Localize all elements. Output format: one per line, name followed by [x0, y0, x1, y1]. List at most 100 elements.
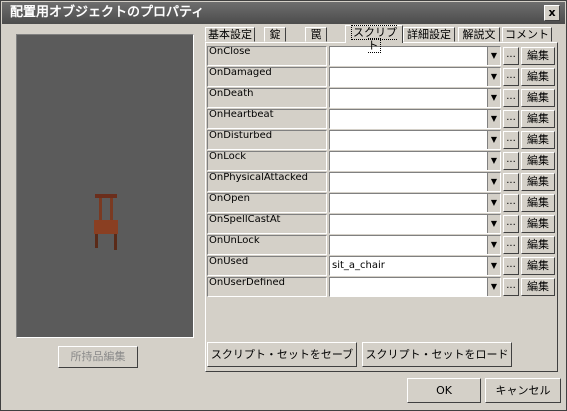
edit-script-button[interactable]: 編集 — [521, 68, 555, 86]
save-script-set-button[interactable]: スクリプト・セットをセーブ — [207, 342, 357, 367]
ok-button[interactable]: OK — [407, 378, 481, 403]
properties-dialog: 配置用オブジェクトのプロパティ x 所持品編集 基本設定 錠 罠 スクリプト 詳… — [0, 0, 567, 411]
edit-inventory-button[interactable]: 所持品編集 — [58, 346, 138, 368]
script-row: OnHeartbeat ▼... 編集 — [207, 109, 557, 130]
edit-script-button[interactable]: 編集 — [521, 194, 555, 212]
tab-advanced[interactable]: 詳細設定 — [403, 27, 455, 42]
chair-leg-right — [114, 234, 117, 250]
edit-script-button[interactable]: 編集 — [521, 131, 555, 149]
edit-script-button[interactable]: 編集 — [521, 47, 555, 65]
chair-leg-left — [95, 234, 98, 248]
script-combo[interactable]: ▼ — [329, 235, 501, 255]
event-name: OnDamaged — [207, 67, 327, 87]
script-row: OnSpellCastAt ▼... 編集 — [207, 214, 557, 235]
chair-back-post-right — [110, 198, 113, 220]
chair-back-post-left — [99, 198, 102, 220]
script-row: OnUserDefined ▼... 編集 — [207, 277, 557, 298]
dropdown-arrow-icon[interactable]: ▼ — [487, 110, 500, 128]
script-row: OnClose ▼... 編集 — [207, 46, 557, 67]
window-title: 配置用オブジェクトのプロパティ — [10, 5, 205, 20]
browse-script-button[interactable]: ... — [503, 278, 519, 296]
script-combo[interactable]: ▼ — [329, 109, 501, 129]
browse-script-button[interactable]: ... — [503, 131, 519, 149]
tab-comment[interactable]: コメント — [502, 27, 552, 42]
script-combo[interactable]: ▼ — [329, 46, 501, 66]
chair-backrest-top — [95, 194, 117, 198]
browse-script-button[interactable]: ... — [503, 215, 519, 233]
browse-script-button[interactable]: ... — [503, 68, 519, 86]
script-row: OnPhysicalAttacked ▼... 編集 — [207, 172, 557, 193]
event-name: OnDisturbed — [207, 130, 327, 150]
edit-script-button[interactable]: 編集 — [521, 89, 555, 107]
tab-lock[interactable]: 錠 — [264, 27, 286, 42]
edit-script-button[interactable]: 編集 — [521, 278, 555, 296]
dropdown-arrow-icon[interactable]: ▼ — [487, 236, 500, 254]
tab-label: 基本設定 — [208, 28, 252, 41]
tab-label: 罠 — [310, 28, 322, 41]
object-preview — [16, 34, 194, 338]
browse-script-button[interactable]: ... — [503, 236, 519, 254]
event-name: OnLock — [207, 151, 327, 171]
script-combo[interactable]: ▼ — [329, 151, 501, 171]
script-combo[interactable]: ▼ — [329, 214, 501, 234]
script-combo[interactable]: ▼ — [329, 130, 501, 150]
event-name: OnUserDefined — [207, 277, 327, 297]
browse-script-button[interactable]: ... — [503, 47, 519, 65]
browse-script-button[interactable]: ... — [503, 173, 519, 191]
script-combo[interactable]: sit_a_chair ▼ — [329, 256, 501, 276]
chair-model-icon — [94, 194, 118, 250]
edit-script-button[interactable]: 編集 — [521, 215, 555, 233]
dropdown-arrow-icon[interactable]: ▼ — [487, 173, 500, 191]
event-name: OnUsed — [207, 256, 327, 276]
tab-label: コメント — [505, 28, 549, 41]
browse-script-button[interactable]: ... — [503, 110, 519, 128]
script-row: OnDisturbed ▼... 編集 — [207, 130, 557, 151]
edit-script-button[interactable]: 編集 — [521, 236, 555, 254]
title-bar: 配置用オブジェクトのプロパティ x — [2, 2, 565, 24]
close-button[interactable]: x — [544, 5, 560, 21]
cancel-button[interactable]: キャンセル — [485, 378, 561, 403]
tab-basic[interactable]: 基本設定 — [205, 27, 255, 42]
edit-script-button[interactable]: 編集 — [521, 152, 555, 170]
edit-script-button[interactable]: 編集 — [521, 257, 555, 275]
event-name: OnSpellCastAt — [207, 214, 327, 234]
script-row: OnUsed sit_a_chair ▼... 編集 — [207, 256, 557, 277]
script-combo[interactable]: ▼ — [329, 88, 501, 108]
edit-script-button[interactable]: 編集 — [521, 110, 555, 128]
load-script-set-button[interactable]: スクリプト・セットをロード — [362, 342, 512, 367]
tab-script[interactable]: スクリプト — [345, 25, 403, 53]
event-name: OnHeartbeat — [207, 109, 327, 129]
event-name: OnUnLock — [207, 235, 327, 255]
tab-trap[interactable]: 罠 — [305, 27, 327, 42]
dropdown-arrow-icon[interactable]: ▼ — [487, 215, 500, 233]
dropdown-arrow-icon[interactable]: ▼ — [487, 152, 500, 170]
dropdown-arrow-icon[interactable]: ▼ — [487, 278, 500, 296]
script-row: OnDeath ▼... 編集 — [207, 88, 557, 109]
edit-script-button[interactable]: 編集 — [521, 173, 555, 191]
tab-label: 錠 — [269, 28, 281, 41]
script-row: OnDamaged ▼... 編集 — [207, 67, 557, 88]
tab-label: 解説文 — [462, 28, 496, 41]
event-name: OnOpen — [207, 193, 327, 213]
script-row: OnUnLock ▼... 編集 — [207, 235, 557, 256]
script-row: OnOpen ▼... 編集 — [207, 193, 557, 214]
browse-script-button[interactable]: ... — [503, 194, 519, 212]
dropdown-arrow-icon[interactable]: ▼ — [487, 89, 500, 107]
chair-seat — [94, 220, 118, 234]
script-combo[interactable]: ▼ — [329, 277, 501, 297]
tab-label: 詳細設定 — [407, 28, 451, 41]
dropdown-arrow-icon[interactable]: ▼ — [487, 194, 500, 212]
dropdown-arrow-icon[interactable]: ▼ — [487, 68, 500, 86]
script-row: OnLock ▼... 編集 — [207, 151, 557, 172]
event-name: OnPhysicalAttacked — [207, 172, 327, 192]
tab-description[interactable]: 解説文 — [458, 27, 500, 42]
browse-script-button[interactable]: ... — [503, 152, 519, 170]
browse-script-button[interactable]: ... — [503, 89, 519, 107]
script-combo[interactable]: ▼ — [329, 67, 501, 87]
dropdown-arrow-icon[interactable]: ▼ — [487, 131, 500, 149]
script-combo[interactable]: ▼ — [329, 193, 501, 213]
browse-script-button[interactable]: ... — [503, 257, 519, 275]
dropdown-arrow-icon[interactable]: ▼ — [487, 257, 500, 275]
script-combo[interactable]: ▼ — [329, 172, 501, 192]
dropdown-arrow-icon[interactable]: ▼ — [487, 47, 500, 65]
